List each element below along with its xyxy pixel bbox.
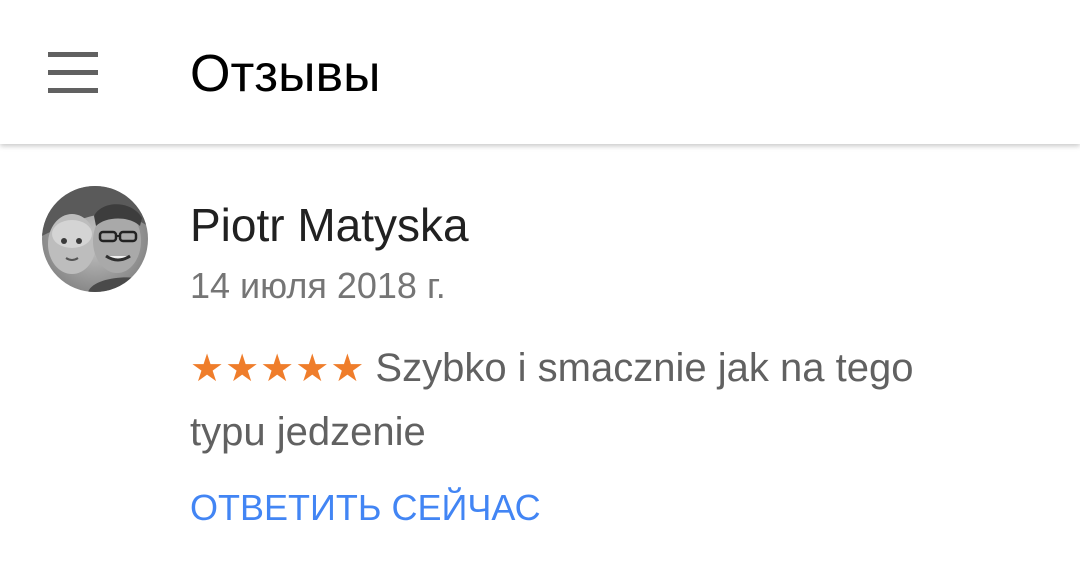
app-bar: Отзывы [0,0,1080,144]
star-icon: ★ [190,346,226,390]
page-title: Отзывы [190,45,381,103]
reviewer-name: Piotr Matyska [190,199,469,251]
user-avatar[interactable] [42,186,148,292]
star-icon: ★ [225,346,261,390]
star-icon: ★ [295,346,331,390]
star-rating: ★★★★★ [190,336,365,400]
reply-now-button[interactable]: ОТВЕТИТЬ СЕЙЧАС [190,486,541,530]
review-card: Piotr Matyska 14 июля 2018 г. ★★★★★ Szybk… [0,144,1080,572]
menu-button[interactable] [36,40,108,104]
star-icon: ★ [260,346,296,390]
review-date: 14 июля 2018 г. [190,265,446,306]
review-body: ★★★★★ Szybko i smacznie jak na tego typu … [190,336,970,464]
star-icon: ★ [330,346,366,390]
